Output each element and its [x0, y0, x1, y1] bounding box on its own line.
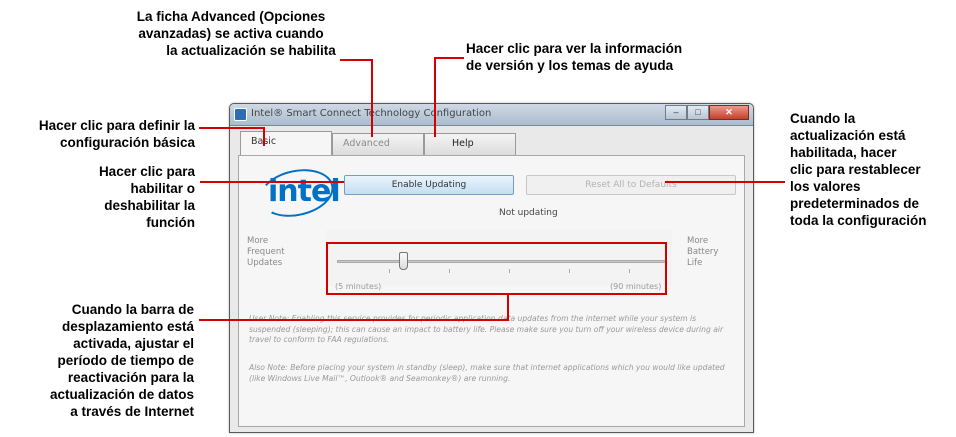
- reset-defaults-button[interactable]: Reset All to Defaults: [526, 175, 736, 195]
- slider-left-label: More Frequent Updates: [247, 236, 285, 268]
- callout-line: [434, 57, 464, 59]
- callout-line: [665, 181, 785, 183]
- close-button[interactable]: ✕: [709, 105, 749, 120]
- callout-line: [263, 127, 265, 146]
- tab-bar: Basic Advanced Help: [240, 131, 516, 155]
- advanced-tab-annotation: La ficha Advanced (Opciones avanzadas) s…: [136, 9, 336, 58]
- update-status: Not updating: [499, 208, 558, 218]
- intel-logo-text: intel: [268, 174, 341, 209]
- app-icon: [234, 108, 247, 121]
- help-tab-annotation: Hacer clic para ver la información de ve…: [466, 41, 683, 73]
- maximize-button[interactable]: □: [687, 105, 709, 120]
- minimize-button[interactable]: –: [665, 105, 687, 120]
- title-bar: Intel® Smart Connect Technology Configur…: [230, 104, 753, 126]
- tab-basic[interactable]: Basic: [240, 131, 332, 155]
- callout-line: [434, 57, 436, 137]
- tab-help[interactable]: Help: [424, 133, 516, 155]
- standby-note: Also Note: Before placing your system in…: [249, 363, 725, 383]
- enable-updating-button[interactable]: Enable Updating: [344, 175, 514, 195]
- slider-annotation: Cuando la barra de desplazamiento está a…: [49, 302, 194, 419]
- reset-button-annotation: Cuando la actualización está habilitada,…: [790, 111, 927, 228]
- callout-line: [340, 59, 373, 61]
- callout-line: [199, 319, 508, 321]
- callout-line: [200, 181, 344, 183]
- enable-button-annotation: Hacer clic para habilitar o deshabilitar…: [98, 164, 195, 230]
- slider-highlight-box: [326, 242, 667, 295]
- callout-line: [507, 294, 509, 321]
- slider-right-label: More Battery Life: [687, 236, 719, 268]
- callout-line: [371, 59, 373, 137]
- tab-advanced[interactable]: Advanced: [332, 133, 424, 155]
- intel-logo: intel: [255, 162, 341, 224]
- callout-line: [199, 127, 265, 129]
- window-controls: – □ ✕: [665, 105, 749, 120]
- basic-tab-annotation: Hacer clic para definir la configuración…: [38, 118, 195, 150]
